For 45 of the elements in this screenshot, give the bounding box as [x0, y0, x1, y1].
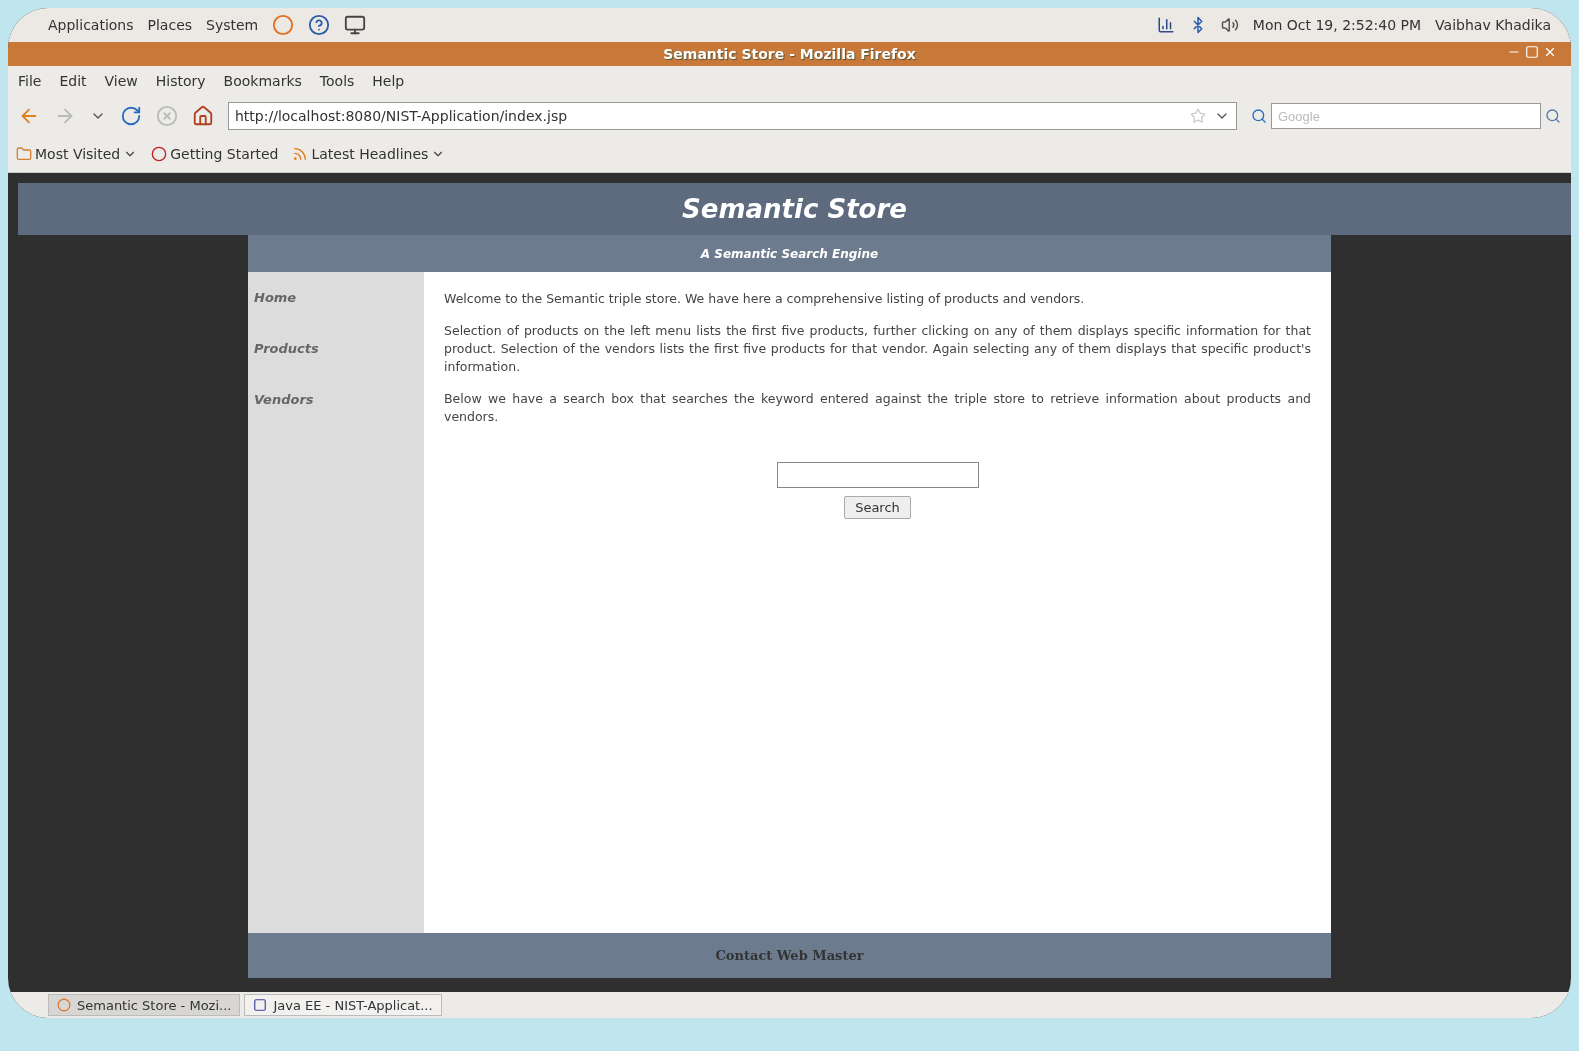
address-bar[interactable]: http://localhost:8080/NIST-Application/index.jsp	[228, 102, 1237, 130]
help-icon	[308, 14, 331, 36]
home-icon	[192, 105, 214, 127]
folder-icon	[16, 146, 32, 162]
menu-item[interactable]: Edit	[59, 73, 87, 89]
url-text: http://localhost:8080/NIST-Application/index.jsp	[235, 108, 568, 124]
bookmark[interactable]: Most Visited	[16, 146, 138, 162]
panel-menu[interactable]: Applications	[48, 17, 134, 33]
menu-item[interactable]: History	[155, 73, 206, 89]
reload-icon	[120, 105, 142, 127]
menu-item[interactable]: Bookmarks	[223, 73, 302, 89]
paragraph: Welcome to the Semantic triple store. We have here a comprehensive listing of products and vendors.	[444, 290, 1086, 308]
panel-menu[interactable]: Places	[147, 17, 193, 33]
taskbar-button[interactable]: Java EE - NIST-Applicat...	[244, 994, 442, 1016]
sidebar-link[interactable]: Vendors	[254, 392, 418, 407]
site-subtitle: A Semantic Search Engine	[700, 246, 879, 261]
paragraph: Selection of products on the left menu lists the first five products, further clicking on any of them displays specific information for that product. Selection of the vendors lists the first five products for that vendor. Again selecting any of them displays that specific product's information.	[444, 322, 1311, 376]
terminal-icon	[344, 14, 367, 36]
volume-icon	[1220, 16, 1239, 34]
user-name[interactable]: Vaibhav Khadika	[1435, 17, 1551, 33]
search-input[interactable]	[776, 462, 979, 488]
panel-menu[interactable]: System	[206, 17, 259, 33]
site-title: Semantic Store	[682, 194, 907, 224]
close-icon	[1543, 45, 1557, 59]
search-field[interactable]: Google	[1271, 103, 1541, 129]
sidebar-link[interactable]: Products	[254, 341, 418, 356]
signal-icon	[1156, 16, 1175, 34]
menu-item[interactable]: File	[18, 73, 42, 89]
menu-item[interactable]: Tools	[319, 73, 355, 89]
bookmark[interactable]: Latest Headlines	[292, 146, 446, 162]
menu-item[interactable]: Help	[372, 73, 405, 89]
clock[interactable]: Mon Oct 19, 2:52:40 PM	[1252, 17, 1422, 33]
menu-item[interactable]: View	[104, 73, 138, 89]
taskbar-button[interactable]: Semantic Store - Mozi...	[48, 994, 241, 1016]
maximize-icon	[1525, 45, 1539, 59]
window-title: Semantic Store - Mozilla Firefox	[663, 46, 916, 62]
stop-icon	[156, 105, 178, 127]
paragraph: Below we have a search box that searches the keyword entered against the triple store to retrieve information about products and vendors.	[444, 390, 1311, 426]
search-button[interactable]: Search	[844, 496, 911, 519]
rss-icon	[292, 146, 309, 162]
search-icon	[1545, 108, 1561, 124]
bookmark[interactable]: Getting Started	[151, 146, 279, 162]
search-engine-icon	[1251, 108, 1267, 124]
sidebar-link[interactable]: Home	[254, 290, 418, 305]
star-icon	[1190, 108, 1206, 124]
